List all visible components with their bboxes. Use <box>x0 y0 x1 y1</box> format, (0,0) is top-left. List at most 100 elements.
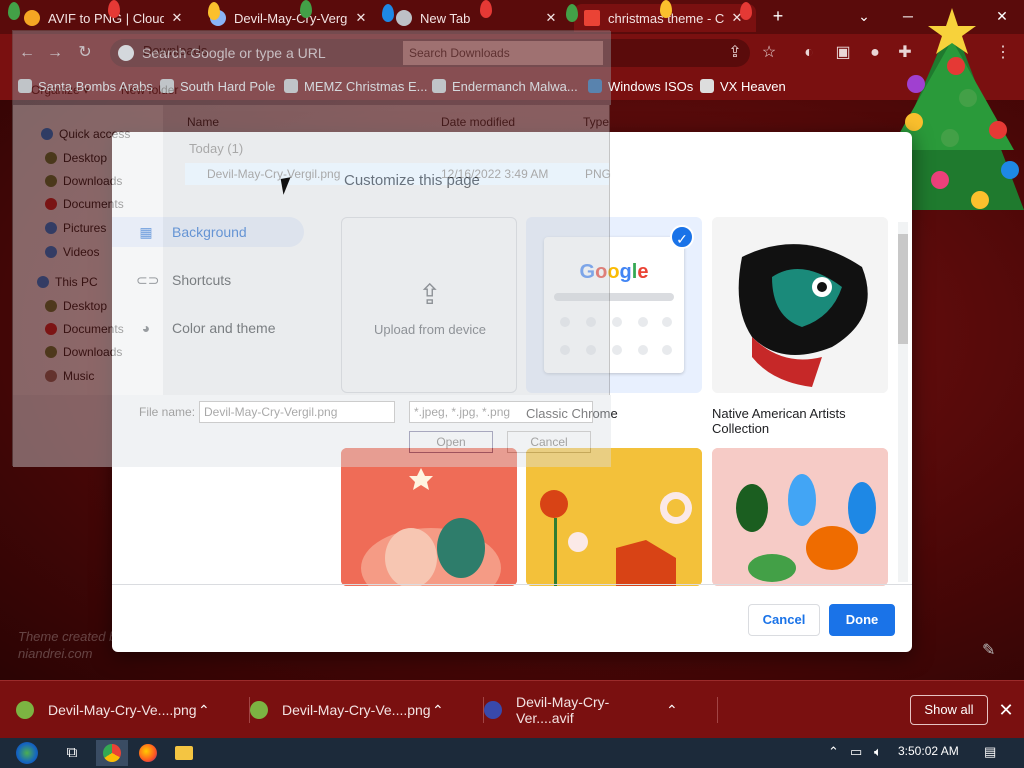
preview-shortcut <box>662 345 672 355</box>
extension-flag-icon[interactable]: ◐ <box>796 40 822 66</box>
folder-icon <box>45 152 57 164</box>
nav-item[interactable]: Documents <box>45 320 124 338</box>
light-bulb-icon <box>660 0 672 18</box>
light-bulb-icon <box>740 2 752 20</box>
close-tab-icon[interactable]: ✕ <box>168 10 186 26</box>
file-row[interactable]: Devil-May-Cry-Vergil.png 12/16/2022 3:49… <box>185 163 611 185</box>
search-input[interactable]: Search Downloads <box>403 41 603 65</box>
credit-line: Theme created by <box>18 629 123 644</box>
nav-this-pc[interactable]: This PC <box>37 273 98 291</box>
close-tab-icon[interactable]: ✕ <box>542 10 560 26</box>
preview-shortcut <box>638 317 648 327</box>
illustration-tile[interactable] <box>341 448 517 586</box>
new-folder-button[interactable]: New folder <box>121 83 178 97</box>
store-icon <box>584 10 600 26</box>
volume-icon[interactable]: 🔈︎ <box>874 744 882 760</box>
tab-avif-to-png[interactable]: AVIF to PNG | CloudCo ✕ <box>14 4 196 32</box>
bookmark-star-icon[interactable]: ☆ <box>756 40 782 66</box>
address-path[interactable]: Downloads <box>143 43 343 58</box>
done-button[interactable]: Done <box>829 604 895 636</box>
open-button[interactable]: Open <box>409 431 493 453</box>
nav-label: Pictures <box>63 221 107 235</box>
flowers-tile[interactable] <box>526 448 702 586</box>
folder-icon <box>45 370 57 382</box>
bookmark-item[interactable]: VX Heaven <box>700 76 786 96</box>
native-american-artists-tile[interactable] <box>712 217 888 393</box>
close-tab-icon[interactable]: ✕ <box>352 10 370 26</box>
favicon-icon <box>24 10 40 26</box>
light-bulb-icon <box>480 0 492 18</box>
column-name[interactable]: Name <box>187 115 219 129</box>
windows-orb-icon <box>16 742 38 765</box>
nav-label: Desktop <box>63 299 108 313</box>
file-type-filter[interactable]: *.jpeg, *.jpg, *.png <box>409 401 593 423</box>
nav-label: Videos <box>63 245 100 259</box>
cancel-button[interactable]: Cancel <box>748 604 820 636</box>
nav-item[interactable]: Downloads <box>45 172 122 190</box>
nav-label: This PC <box>55 275 98 289</box>
file-name-label: File name: <box>139 405 196 419</box>
scrollbar-thumb[interactable] <box>898 234 908 344</box>
edit-pencil-icon[interactable]: ✎ <box>982 640 995 660</box>
chrome-icon <box>396 10 412 26</box>
nav-label: Downloads <box>63 345 123 359</box>
dialog-divider <box>112 584 912 585</box>
nav-item[interactable]: Music <box>45 367 94 385</box>
nav-quick-access[interactable]: Quick access <box>41 125 130 143</box>
show-all-button[interactable]: Show all <box>910 695 988 725</box>
file-open-dialog: Downloads Search Downloads Organize ▾ Ne… <box>12 30 611 467</box>
chevron-up-icon[interactable]: ⌃ <box>666 702 678 719</box>
chevron-up-icon[interactable]: ⌃ <box>432 702 444 719</box>
new-tab-button[interactable]: + <box>760 4 796 28</box>
tab-devil-may-cry[interactable]: Devil-May-Cry-Vergil ✕ <box>200 4 380 32</box>
group-header[interactable]: Today (1) <box>189 141 243 156</box>
nav-label: Desktop <box>63 151 108 165</box>
leaves-tile[interactable] <box>712 448 888 586</box>
download-item[interactable]: Devil-May-Cry-Ve....png ⌃ <box>16 697 250 723</box>
file-name-input[interactable]: Devil-May-Cry-Vergil.png <box>199 401 395 423</box>
close-downloads-bar-button[interactable]: ✕ <box>994 697 1018 723</box>
nav-item[interactable]: Desktop <box>45 297 107 315</box>
network-icon[interactable]: ▭ <box>850 744 862 760</box>
download-item[interactable]: Devil-May-Cry-Ver....avif ⌃ <box>484 694 718 726</box>
file-name: Devil-May-Cry-Vergil.png <box>207 167 341 181</box>
chevron-up-icon[interactable]: ⌃ <box>198 702 210 719</box>
tiles-scrollbar[interactable] <box>898 222 908 582</box>
preview-shortcut <box>638 345 648 355</box>
file-explorer-taskbar-icon[interactable] <box>168 740 200 766</box>
explorer-cancel-button[interactable]: Cancel <box>507 431 591 453</box>
taskbar-clock[interactable]: 3:50:02 AM <box>898 744 959 758</box>
notifications-icon[interactable]: ▤ <box>984 744 996 760</box>
windows-taskbar: ⧉ ⌃ ▭ 🔈︎ 3:50:02 AM ▤ <box>0 738 1024 768</box>
chrome-taskbar-icon[interactable] <box>96 740 128 766</box>
folder-icon <box>45 175 57 187</box>
download-file-icon <box>16 701 34 719</box>
download-file-icon <box>250 701 268 719</box>
nav-item[interactable]: Desktop <box>45 149 107 167</box>
nav-item[interactable]: Videos <box>45 243 99 261</box>
file-date: 12/16/2022 3:49 AM <box>441 167 549 181</box>
share-icon[interactable]: ⇪ <box>722 40 748 66</box>
selected-check-icon: ✓ <box>670 225 694 249</box>
start-button[interactable] <box>8 740 46 766</box>
extension-s-icon[interactable]: ▣ <box>830 40 856 66</box>
preview-shortcut <box>612 345 622 355</box>
task-view-icon[interactable]: ⧉ <box>56 740 88 766</box>
nav-item[interactable]: Downloads <box>45 343 122 361</box>
firefox-taskbar-icon[interactable] <box>132 740 164 766</box>
credit-line: niandrei.com <box>18 646 93 661</box>
folder-icon <box>45 246 57 258</box>
show-hidden-icons-icon[interactable]: ⌃ <box>828 744 839 760</box>
organize-button[interactable]: Organize ▾ <box>31 83 89 97</box>
nav-item[interactable]: Pictures <box>45 219 106 237</box>
download-file-icon <box>484 701 502 719</box>
orca-art-image <box>712 217 888 393</box>
light-bulb-icon <box>108 0 120 18</box>
column-type[interactable]: Type <box>583 115 609 129</box>
download-item[interactable]: Devil-May-Cry-Ve....png ⌃ <box>250 697 484 723</box>
column-date[interactable]: Date modified <box>441 115 515 129</box>
illustration-image <box>341 448 517 586</box>
tab-label: AVIF to PNG | CloudCo <box>48 10 164 26</box>
nav-item[interactable]: Documents <box>45 195 124 213</box>
tab-new-tab[interactable]: New Tab ✕ <box>386 4 570 32</box>
